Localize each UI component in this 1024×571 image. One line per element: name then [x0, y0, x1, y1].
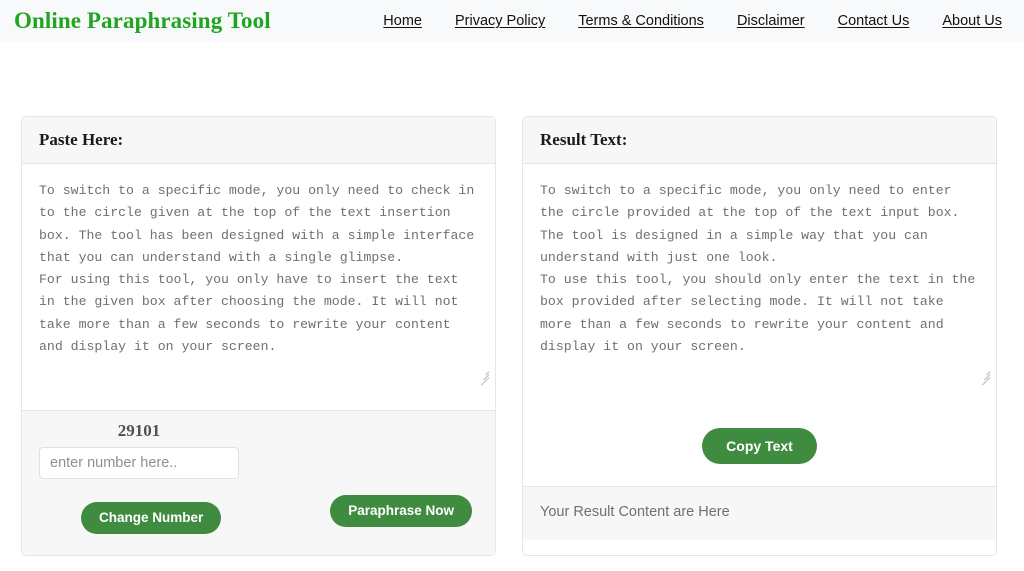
result-panel-header: Result Text: — [523, 117, 996, 164]
nav-link-contact-us[interactable]: Contact Us — [838, 13, 910, 29]
paste-panel-footer: 29101 Change Number Paraphrase Now — [22, 410, 495, 555]
page-body: Paste Here: To switch to a specific mode… — [0, 42, 1024, 571]
paste-panel-header: Paste Here: — [22, 117, 495, 164]
result-panel-body: To switch to a specific mode, you only n… — [523, 164, 996, 410]
site-navbar: Online Paraphrasing Tool Home Privacy Po… — [0, 0, 1024, 42]
paste-panel-body: To switch to a specific mode, you only n… — [22, 164, 495, 410]
nav-link-terms-conditions[interactable]: Terms & Conditions — [578, 13, 704, 29]
copy-text-button[interactable]: Copy Text — [702, 428, 817, 464]
result-placeholder-note: Your Result Content are Here — [523, 486, 996, 540]
result-panel-title: Result Text: — [540, 130, 628, 149]
resize-grip-icon[interactable] — [977, 367, 991, 386]
panels-container: Paste Here: To switch to a specific mode… — [0, 42, 1024, 556]
resize-grip-icon[interactable] — [476, 367, 490, 386]
nav-link-about-us[interactable]: About Us — [942, 13, 1002, 29]
site-logo[interactable]: Online Paraphrasing Tool — [14, 8, 271, 34]
number-input[interactable] — [39, 447, 239, 479]
copy-button-container: Copy Text — [523, 410, 996, 486]
paste-panel: Paste Here: To switch to a specific mode… — [21, 116, 496, 556]
nav-link-home[interactable]: Home — [383, 13, 422, 29]
change-number-button[interactable]: Change Number — [81, 502, 222, 534]
paste-textarea[interactable]: To switch to a specific mode, you only n… — [39, 180, 478, 358]
nav-link-disclaimer[interactable]: Disclaimer — [737, 13, 805, 29]
result-textarea[interactable]: To switch to a specific mode, you only n… — [540, 180, 979, 358]
main-navigation: Home Privacy Policy Terms & Conditions D… — [383, 13, 1010, 29]
nav-link-privacy-policy[interactable]: Privacy Policy — [455, 13, 545, 29]
paste-panel-title: Paste Here: — [39, 130, 124, 149]
paste-panel-button-row: Change Number Paraphrase Now — [39, 495, 478, 541]
word-counter: 29101 — [117, 421, 161, 440]
result-panel: Result Text: To switch to a specific mod… — [522, 116, 997, 556]
paraphrase-now-button[interactable]: Paraphrase Now — [330, 495, 472, 527]
